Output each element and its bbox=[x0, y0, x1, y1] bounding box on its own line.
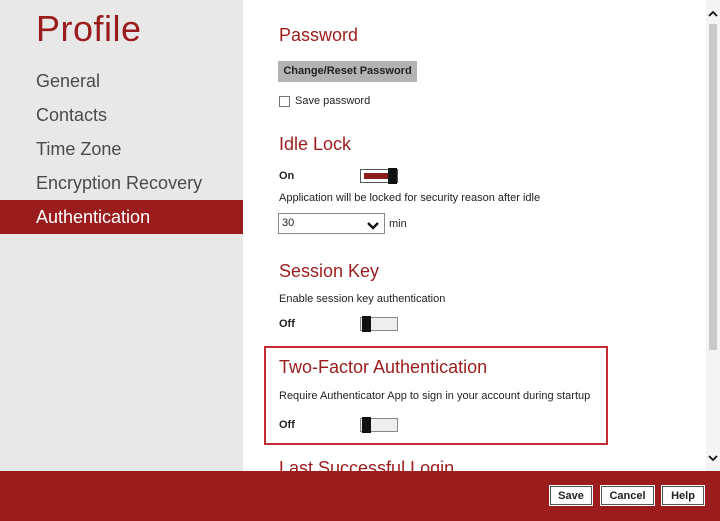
idle-lock-description: Application will be locked for security … bbox=[279, 192, 541, 204]
session-key-description: Enable session key authentication bbox=[279, 293, 446, 305]
idle-lock-section-title: Idle Lock bbox=[279, 134, 352, 154]
scrollbar-thumb[interactable] bbox=[709, 24, 717, 350]
cancel-button[interactable]: Cancel bbox=[600, 485, 655, 506]
toggle-knob bbox=[362, 316, 371, 332]
save-password-checkbox[interactable] bbox=[279, 96, 290, 107]
idle-time-value: 30 bbox=[282, 217, 295, 229]
save-password-label: Save password bbox=[295, 95, 371, 107]
vertical-scrollbar[interactable] bbox=[706, 0, 720, 471]
idle-lock-toggle[interactable] bbox=[360, 168, 398, 184]
scroll-down-icon[interactable] bbox=[708, 450, 718, 462]
idle-time-unit: min bbox=[389, 218, 407, 230]
two-factor-section-title: Two-Factor Authentication bbox=[279, 357, 488, 377]
sidebar-item-general[interactable]: General bbox=[0, 64, 243, 98]
save-button[interactable]: Save bbox=[549, 485, 593, 506]
toggle-knob bbox=[388, 168, 397, 184]
session-key-section-title: Session Key bbox=[279, 261, 380, 281]
two-factor-state-label: Off bbox=[279, 419, 295, 431]
session-key-toggle[interactable] bbox=[360, 316, 398, 332]
sidebar: Profile General Contacts Time Zone Encry… bbox=[0, 0, 243, 471]
idle-lock-state-label: On bbox=[279, 170, 295, 182]
page-title: Profile bbox=[36, 8, 142, 49]
sidebar-item-authentication[interactable]: Authentication bbox=[0, 200, 243, 234]
help-button[interactable]: Help bbox=[661, 485, 705, 506]
toggle-fill bbox=[364, 173, 388, 179]
session-key-state-label: Off bbox=[279, 318, 295, 330]
last-login-section-title: Last Successful Login bbox=[279, 458, 455, 471]
two-factor-description: Require Authenticator App to sign in you… bbox=[279, 390, 591, 402]
idle-time-select[interactable]: 30 bbox=[278, 213, 385, 234]
sidebar-item-contacts[interactable]: Contacts bbox=[0, 98, 243, 132]
settings-content: Password Change/Reset Password Save pass… bbox=[243, 0, 706, 471]
password-section-title: Password bbox=[279, 25, 359, 45]
toggle-knob bbox=[362, 417, 371, 433]
sidebar-item-encryption-recovery[interactable]: Encryption Recovery bbox=[0, 166, 243, 200]
chevron-down-icon bbox=[367, 218, 379, 236]
two-factor-toggle[interactable] bbox=[360, 417, 398, 433]
scroll-up-icon[interactable] bbox=[708, 6, 718, 17]
footer-bar: Save Cancel Help bbox=[0, 471, 720, 521]
sidebar-item-time-zone[interactable]: Time Zone bbox=[0, 132, 243, 166]
change-reset-password-button[interactable]: Change/Reset Password bbox=[278, 61, 417, 82]
